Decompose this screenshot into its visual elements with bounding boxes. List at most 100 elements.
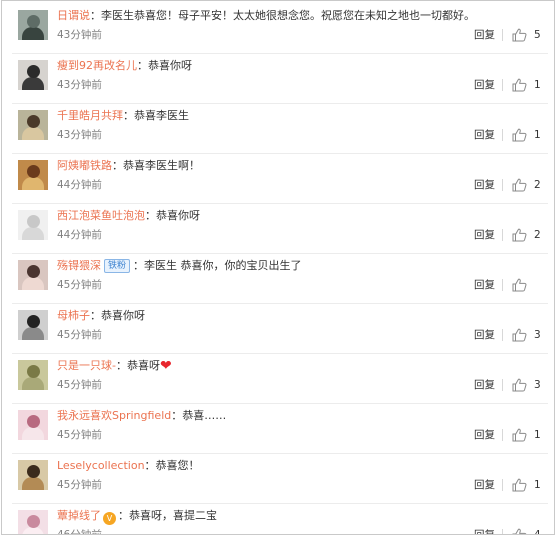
like-count: 1 bbox=[534, 129, 541, 141]
comment-item: Leselycollection：恭喜您！ 45分钟前 回复 1 bbox=[12, 454, 548, 504]
reply-button[interactable]: 回复 bbox=[474, 178, 495, 192]
avatar[interactable] bbox=[18, 110, 48, 140]
comment-item: 殇锝猥深 铁粉 ：李医生 恭喜你，你的宝贝出生了 45分钟前 回复 bbox=[12, 254, 548, 304]
comment-body: ：恭喜你呀 bbox=[145, 209, 200, 222]
reply-button[interactable]: 回复 bbox=[474, 278, 495, 292]
comment-time: 44分钟前 bbox=[57, 179, 102, 191]
comment-username[interactable]: 蕈掉线了 bbox=[57, 509, 101, 522]
avatar[interactable] bbox=[18, 60, 48, 90]
reply-button[interactable]: 回复 bbox=[474, 428, 495, 442]
like-count: 3 bbox=[534, 329, 541, 341]
reply-button[interactable]: 回复 bbox=[474, 28, 495, 42]
comment-username[interactable]: 瘦到92再改名儿 bbox=[57, 59, 137, 72]
comment-time: 43分钟前 bbox=[57, 129, 102, 141]
comment-text-line: 千里皓月共拜：恭喜李医生 bbox=[57, 108, 189, 124]
thumbs-up-icon bbox=[512, 478, 527, 492]
comment-time: 45分钟前 bbox=[57, 479, 102, 491]
avatar[interactable] bbox=[18, 410, 48, 440]
like-count: 1 bbox=[534, 79, 541, 91]
avatar[interactable] bbox=[18, 210, 48, 240]
comment-item: 西江泡菜鱼吐泡泡：恭喜你呀 44分钟前 回复 2 bbox=[12, 204, 548, 254]
comment-body: ：恭喜你呀 bbox=[137, 59, 192, 72]
action-divider bbox=[502, 379, 503, 391]
comment-item: 蕈掉线了 V ：恭喜呀，喜提二宝 46分钟前 回复 4 bbox=[12, 504, 548, 535]
like-count: 4 bbox=[534, 529, 541, 535]
action-divider bbox=[502, 329, 503, 341]
comment-body: ：李医生 恭喜你，你的宝贝出生了 bbox=[133, 259, 302, 272]
comment-item: 千里皓月共拜：恭喜李医生 43分钟前 回复 1 bbox=[12, 104, 548, 154]
reply-button[interactable]: 回复 bbox=[474, 478, 495, 492]
vip-badge-icon: V bbox=[103, 512, 116, 525]
comment-panel: 日谓说：李医生恭喜您！母子平安！太太她很想念您。祝愿您在未知之地也一切都好。 4… bbox=[1, 0, 555, 535]
comment-list: 日谓说：李医生恭喜您！母子平安！太太她很想念您。祝愿您在未知之地也一切都好。 4… bbox=[12, 4, 548, 535]
heart-emoji-icon: ❤ bbox=[159, 358, 172, 374]
like-count: 1 bbox=[534, 479, 541, 491]
comment-text-line: 母柿子：恭喜你呀 bbox=[57, 308, 145, 324]
thumbs-up-icon bbox=[512, 128, 527, 142]
comment-text-line: 瘦到92再改名儿：恭喜你呀 bbox=[57, 58, 192, 74]
comment-body: ：李医生恭喜您！母子平安！太太她很想念您。祝愿您在未知之地也一切都好。 bbox=[90, 9, 475, 22]
comment-text-line: Leselycollection：恭喜您！ bbox=[57, 458, 200, 474]
like-count: 5 bbox=[534, 29, 541, 41]
thumbs-up-icon bbox=[512, 178, 527, 192]
comment-time: 45分钟前 bbox=[57, 379, 102, 391]
thumbs-up-icon bbox=[512, 78, 527, 92]
comment-time: 43分钟前 bbox=[57, 29, 102, 41]
comment-item: 日谓说：李医生恭喜您！母子平安！太太她很想念您。祝愿您在未知之地也一切都好。 4… bbox=[12, 4, 548, 54]
comment-time: 46分钟前 bbox=[57, 529, 102, 535]
reply-button[interactable]: 回复 bbox=[474, 128, 495, 142]
avatar[interactable] bbox=[18, 460, 48, 490]
comment-text-line: 殇锝猥深 铁粉 ：李医生 恭喜你，你的宝贝出生了 bbox=[57, 258, 302, 274]
comment-item: 母柿子：恭喜你呀 45分钟前 回复 3 bbox=[12, 304, 548, 354]
avatar[interactable] bbox=[18, 510, 48, 534]
thumbs-up-icon bbox=[512, 378, 527, 392]
comment-username[interactable]: 西江泡菜鱼吐泡泡 bbox=[57, 209, 145, 222]
comment-username[interactable]: 日谓说 bbox=[57, 9, 90, 22]
action-divider bbox=[502, 529, 503, 534]
thumbs-up-icon bbox=[512, 528, 527, 534]
comment-item: 我永远喜欢Springfield：恭喜…… 45分钟前 回复 1 bbox=[12, 404, 548, 454]
comment-username[interactable]: 只是一只球- bbox=[57, 359, 116, 372]
comment-username[interactable]: 母柿子 bbox=[57, 309, 90, 322]
like-count: 2 bbox=[534, 229, 541, 241]
like-count: 2 bbox=[534, 179, 541, 191]
action-divider bbox=[502, 29, 503, 41]
comment-time: 45分钟前 bbox=[57, 329, 102, 341]
action-divider bbox=[502, 179, 503, 191]
comment-body: ：恭喜李医生啊！ bbox=[112, 159, 200, 172]
avatar[interactable] bbox=[18, 310, 48, 340]
comment-username[interactable]: 殇锝猥深 bbox=[57, 259, 101, 272]
thumbs-up-icon bbox=[512, 328, 527, 342]
reply-button[interactable]: 回复 bbox=[474, 378, 495, 392]
comment-username[interactable]: Leselycollection bbox=[57, 459, 145, 472]
reply-button[interactable]: 回复 bbox=[474, 528, 495, 534]
reply-button[interactable]: 回复 bbox=[474, 228, 495, 242]
comment-text-line: 阿姨嘟铁路：恭喜李医生啊！ bbox=[57, 158, 200, 174]
like-count: 1 bbox=[534, 429, 541, 441]
comment-item: 瘦到92再改名儿：恭喜你呀 43分钟前 回复 1 bbox=[12, 54, 548, 104]
comment-body: ：恭喜呀 bbox=[115, 359, 160, 372]
reply-button[interactable]: 回复 bbox=[474, 78, 495, 92]
thumbs-up-icon bbox=[512, 28, 527, 42]
comment-time: 44分钟前 bbox=[57, 229, 102, 241]
comment-item: 阿姨嘟铁路：恭喜李医生啊！ 44分钟前 回复 2 bbox=[12, 154, 548, 204]
comment-text-line: 只是一只球-：恭喜呀❤ bbox=[57, 358, 172, 374]
avatar[interactable] bbox=[18, 260, 48, 290]
comment-text-line: 蕈掉线了 V ：恭喜呀，喜提二宝 bbox=[57, 508, 217, 525]
reply-button[interactable]: 回复 bbox=[474, 328, 495, 342]
comment-body: ：恭喜您！ bbox=[144, 459, 200, 472]
action-divider bbox=[502, 129, 503, 141]
action-divider bbox=[502, 429, 503, 441]
comment-text-line: 日谓说：李医生恭喜您！母子平安！太太她很想念您。祝愿您在未知之地也一切都好。 bbox=[57, 8, 475, 24]
comment-time: 45分钟前 bbox=[57, 279, 102, 291]
avatar[interactable] bbox=[18, 360, 48, 390]
comment-item: 只是一只球-：恭喜呀❤ 45分钟前 回复 3 bbox=[12, 354, 548, 404]
comment-username[interactable]: 阿姨嘟铁路 bbox=[57, 159, 112, 172]
comment-username[interactable]: 我永远喜欢Springfield bbox=[57, 409, 171, 422]
action-divider bbox=[502, 279, 503, 291]
avatar[interactable] bbox=[18, 10, 48, 40]
thumbs-up-icon bbox=[512, 428, 527, 442]
comment-username[interactable]: 千里皓月共拜 bbox=[57, 109, 123, 122]
comment-body: ：恭喜你呀 bbox=[90, 309, 145, 322]
avatar[interactable] bbox=[18, 160, 48, 190]
